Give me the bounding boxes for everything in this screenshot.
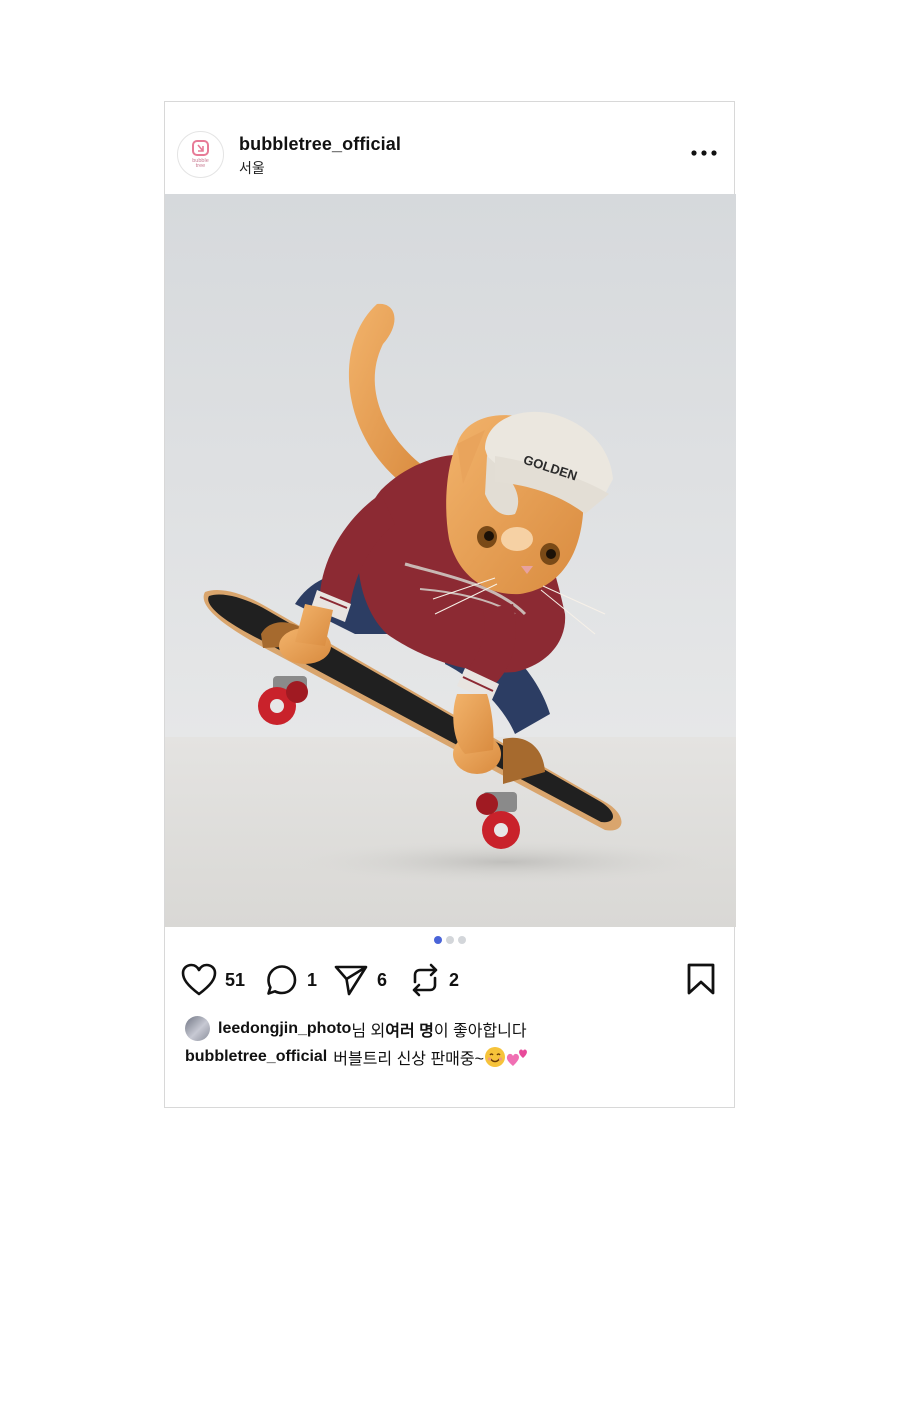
liked-by-suffix: 이 좋아합니다 bbox=[433, 1022, 527, 1040]
profile-avatar[interactable]: bubble tree bbox=[177, 131, 224, 178]
caption-username[interactable]: bubbletree_official bbox=[185, 1048, 327, 1066]
more-icon bbox=[691, 150, 717, 156]
repost-button[interactable]: 2 bbox=[409, 960, 459, 1000]
carousel-indicator bbox=[165, 936, 734, 946]
post-header: bubble tree bubbletree_official 서울 bbox=[165, 102, 734, 194]
like-button[interactable]: 51 bbox=[181, 960, 245, 1000]
hearts-emoji bbox=[506, 1049, 527, 1066]
smile-emoji bbox=[484, 1047, 505, 1067]
carousel-dot-2[interactable] bbox=[445, 936, 454, 944]
post-photo[interactable]: GOLDEN bbox=[165, 194, 736, 927]
more-options-button[interactable] bbox=[686, 142, 722, 164]
comment-button[interactable]: 1 bbox=[265, 960, 317, 1000]
shares-count: 6 bbox=[377, 969, 388, 990]
carousel-dot-3[interactable] bbox=[457, 936, 466, 944]
liked-by-others[interactable]: 여러 명 bbox=[385, 1017, 434, 1041]
comment-icon bbox=[267, 965, 297, 995]
likes-count: 51 bbox=[225, 969, 246, 990]
svg-text:tree: tree bbox=[196, 163, 205, 169]
post-caption: bubbletree_official 버블트리 신상 판매중~ bbox=[185, 1045, 530, 1069]
liked-by-line: leedongjin_photo 님 외 여러 명이 좋아합니다 bbox=[185, 1016, 527, 1041]
send-icon bbox=[334, 965, 368, 996]
heart-icon bbox=[181, 963, 217, 996]
action-bar: 51 1 6 2 bbox=[181, 960, 718, 1004]
skateboarding-cat-image: GOLDEN bbox=[165, 194, 736, 927]
carousel-dot-1[interactable] bbox=[433, 936, 442, 944]
repost-icon bbox=[412, 963, 438, 997]
post-username[interactable]: bubbletree_official bbox=[239, 134, 401, 155]
liker-username[interactable]: leedongjin_photo bbox=[218, 1020, 351, 1038]
bookmark-button[interactable] bbox=[686, 962, 716, 1001]
post-card: bubble tree bubbletree_official 서울 GOLDE… bbox=[164, 101, 736, 1108]
bookmark-icon bbox=[687, 963, 715, 995]
reposts-count: 2 bbox=[449, 969, 460, 990]
comments-count: 1 bbox=[307, 969, 318, 990]
caption-text: 버블트리 신상 판매중~ bbox=[333, 1051, 484, 1068]
liker-avatar[interactable] bbox=[185, 1016, 210, 1041]
bubbletree-logo-icon: bubble tree bbox=[192, 140, 209, 169]
post-location[interactable]: 서울 bbox=[239, 158, 265, 178]
share-button[interactable]: 6 bbox=[333, 960, 387, 1000]
liked-by-middle-text: 님 외 bbox=[351, 1022, 386, 1040]
